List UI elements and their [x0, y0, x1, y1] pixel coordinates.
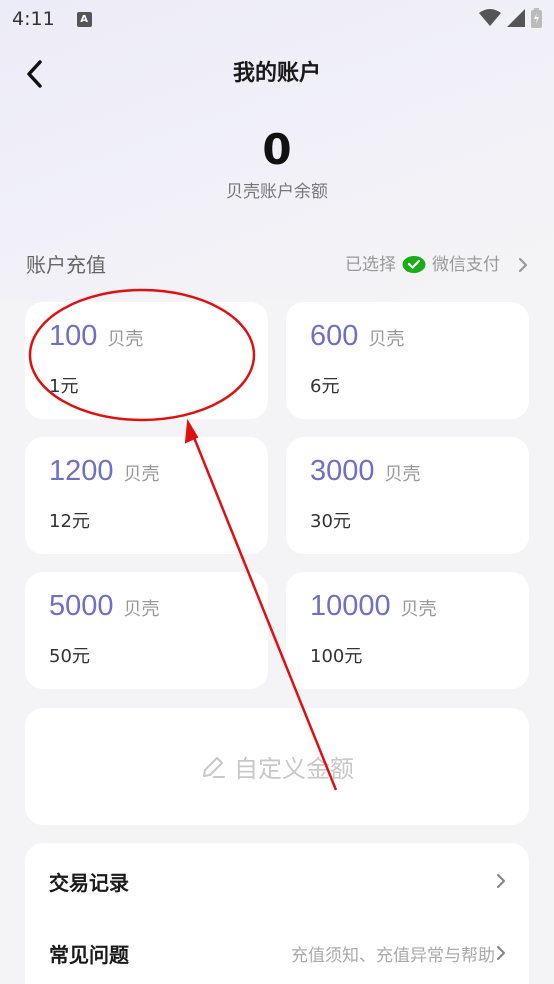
notification-icon: A — [76, 11, 92, 27]
package-amount: 600 — [310, 320, 359, 352]
package-price: 1元 — [49, 376, 79, 397]
wifi-icon — [479, 9, 501, 26]
package-card-5000[interactable]: 5000 贝壳 50元 — [25, 572, 268, 689]
pencil-icon — [203, 756, 225, 778]
package-amount: 100 — [49, 320, 98, 352]
package-amount: 3000 — [310, 455, 375, 487]
signal-icon — [507, 9, 525, 27]
menu-item-label: 常见问题 — [49, 942, 129, 967]
chevron-right-icon — [518, 257, 528, 273]
package-amount: 5000 — [49, 590, 114, 622]
balance-value: 0 — [262, 125, 292, 174]
package-card-1200[interactable]: 1200 贝壳 12元 — [25, 437, 268, 554]
page-title: 我的账户 — [232, 61, 321, 86]
custom-amount-button[interactable]: 自定义金额 — [25, 708, 529, 825]
payment-method-label: 微信支付 — [432, 255, 500, 275]
package-unit: 贝壳 — [368, 329, 405, 350]
balance-label: 贝壳账户余额 — [226, 182, 328, 202]
chevron-right-icon — [496, 945, 506, 961]
menu-item-label: 交易记录 — [49, 870, 129, 895]
package-unit: 贝壳 — [123, 464, 160, 485]
package-card-3000[interactable]: 3000 贝壳 30元 — [286, 437, 529, 554]
menu-item-hint: 充值须知、充值异常与帮助 — [291, 945, 495, 966]
package-unit: 贝壳 — [384, 464, 421, 485]
status-icons — [479, 8, 542, 28]
package-amount: 1200 — [49, 455, 114, 487]
package-price: 6元 — [310, 376, 340, 397]
wechat-pay-icon — [402, 256, 426, 273]
package-amount: 10000 — [310, 590, 391, 622]
package-card-100[interactable]: 100 贝壳 1元 — [25, 302, 268, 419]
package-unit: 贝壳 — [107, 329, 144, 350]
recharge-section-title: 账户充值 — [26, 253, 106, 277]
battery-icon — [531, 8, 542, 28]
package-price: 30元 — [310, 511, 351, 532]
transaction-history-item[interactable]: 交易记录 — [25, 845, 529, 917]
chevron-right-icon — [496, 873, 506, 889]
package-unit: 贝壳 — [123, 599, 160, 620]
faq-item[interactable]: 常见问题 充值须知、充值异常与帮助 — [25, 917, 529, 984]
menu-list: 交易记录 常见问题 充值须知、充值异常与帮助 — [25, 843, 529, 984]
package-price: 100元 — [310, 646, 363, 667]
status-time: 4:11 — [12, 8, 55, 30]
package-unit: 贝壳 — [400, 599, 437, 620]
payment-selected-prefix: 已选择 — [345, 255, 396, 275]
custom-amount-label: 自定义金额 — [234, 755, 354, 783]
package-card-10000[interactable]: 10000 贝壳 100元 — [286, 572, 529, 689]
package-card-600[interactable]: 600 贝壳 6元 — [286, 302, 529, 419]
package-price: 50元 — [49, 646, 90, 667]
status-bar: 4:11 A — [0, 0, 554, 38]
package-price: 12元 — [49, 511, 90, 532]
payment-method-selector[interactable]: 已选择 微信支付 — [345, 251, 530, 279]
